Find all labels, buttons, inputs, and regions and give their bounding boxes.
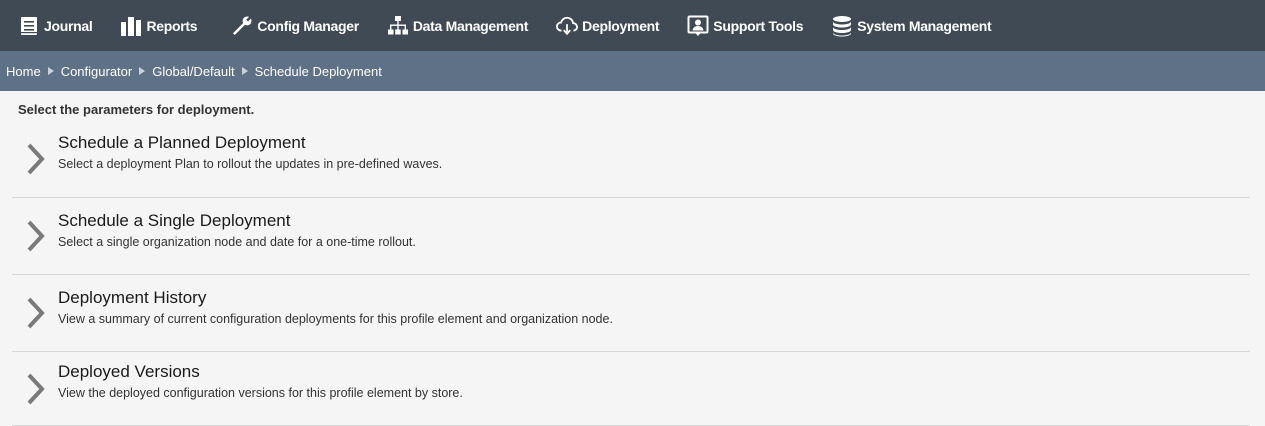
nav-reports-label: Reports	[146, 17, 198, 34]
option-schedule-planned-deployment[interactable]: Schedule a Planned Deployment Select a d…	[12, 120, 1250, 198]
option-title: Deployment History	[58, 288, 207, 307]
nav-reports[interactable]: Reports	[120, 0, 198, 51]
option-title: Schedule a Single Deployment	[58, 211, 291, 230]
breadcrumb-configurator[interactable]: Configurator	[61, 64, 133, 79]
org-tree-icon	[387, 15, 409, 37]
nav-journal[interactable]: Journal	[18, 0, 93, 51]
chevron-right-icon	[26, 142, 46, 181]
nav-data-management-label: Data Management	[412, 17, 529, 34]
database-icon	[831, 15, 853, 37]
support-person-icon	[687, 15, 709, 37]
chevron-right-icon	[26, 372, 46, 411]
breadcrumb: Home Configurator Global/Default Schedul…	[0, 51, 1265, 91]
breadcrumb-separator-icon	[241, 67, 248, 75]
wrench-icon	[231, 15, 253, 37]
top-navigation-bar: Journal Reports Config Manager Data Mana…	[0, 0, 1265, 51]
breadcrumb-global-default[interactable]: Global/Default	[152, 64, 234, 79]
option-description: Select a deployment Plan to rollout the …	[58, 157, 443, 171]
nav-config-manager[interactable]: Config Manager	[231, 0, 359, 51]
nav-system-management[interactable]: System Management	[831, 0, 992, 51]
option-schedule-single-deployment[interactable]: Schedule a Single Deployment Select a si…	[12, 198, 1250, 275]
option-deployment-history[interactable]: Deployment History View a summary of cur…	[12, 275, 1250, 352]
nav-data-management[interactable]: Data Management	[387, 0, 528, 51]
breadcrumb-separator-icon	[47, 67, 54, 75]
chevron-right-icon	[26, 219, 46, 258]
cloud-download-icon	[556, 15, 579, 37]
nav-deployment-label: Deployment	[582, 17, 660, 34]
option-description: View the deployed configuration versions…	[58, 386, 463, 400]
breadcrumb-separator-icon	[139, 67, 146, 75]
option-title: Deployed Versions	[58, 362, 200, 381]
instructions-text: Select the parameters for deployment.	[18, 102, 255, 117]
bar-chart-icon	[120, 15, 142, 37]
option-description: Select a single organization node and da…	[58, 235, 416, 249]
nav-support-tools-label: Support Tools	[713, 17, 804, 34]
option-deployed-versions[interactable]: Deployed Versions View the deployed conf…	[12, 352, 1250, 426]
book-icon	[18, 15, 40, 37]
main-content: Select the parameters for deployment. Sc…	[0, 91, 1265, 426]
nav-system-management-label: System Management	[857, 17, 992, 34]
nav-support-tools[interactable]: Support Tools	[687, 0, 804, 51]
breadcrumb-home[interactable]: Home	[6, 64, 41, 79]
nav-journal-label: Journal	[44, 17, 93, 34]
nav-deployment[interactable]: Deployment	[556, 0, 660, 51]
option-description: View a summary of current configuration …	[58, 312, 613, 326]
breadcrumb-current-page: Schedule Deployment	[254, 63, 382, 79]
nav-config-manager-label: Config Manager	[257, 17, 359, 34]
chevron-right-icon	[26, 296, 46, 335]
option-title: Schedule a Planned Deployment	[58, 133, 306, 152]
